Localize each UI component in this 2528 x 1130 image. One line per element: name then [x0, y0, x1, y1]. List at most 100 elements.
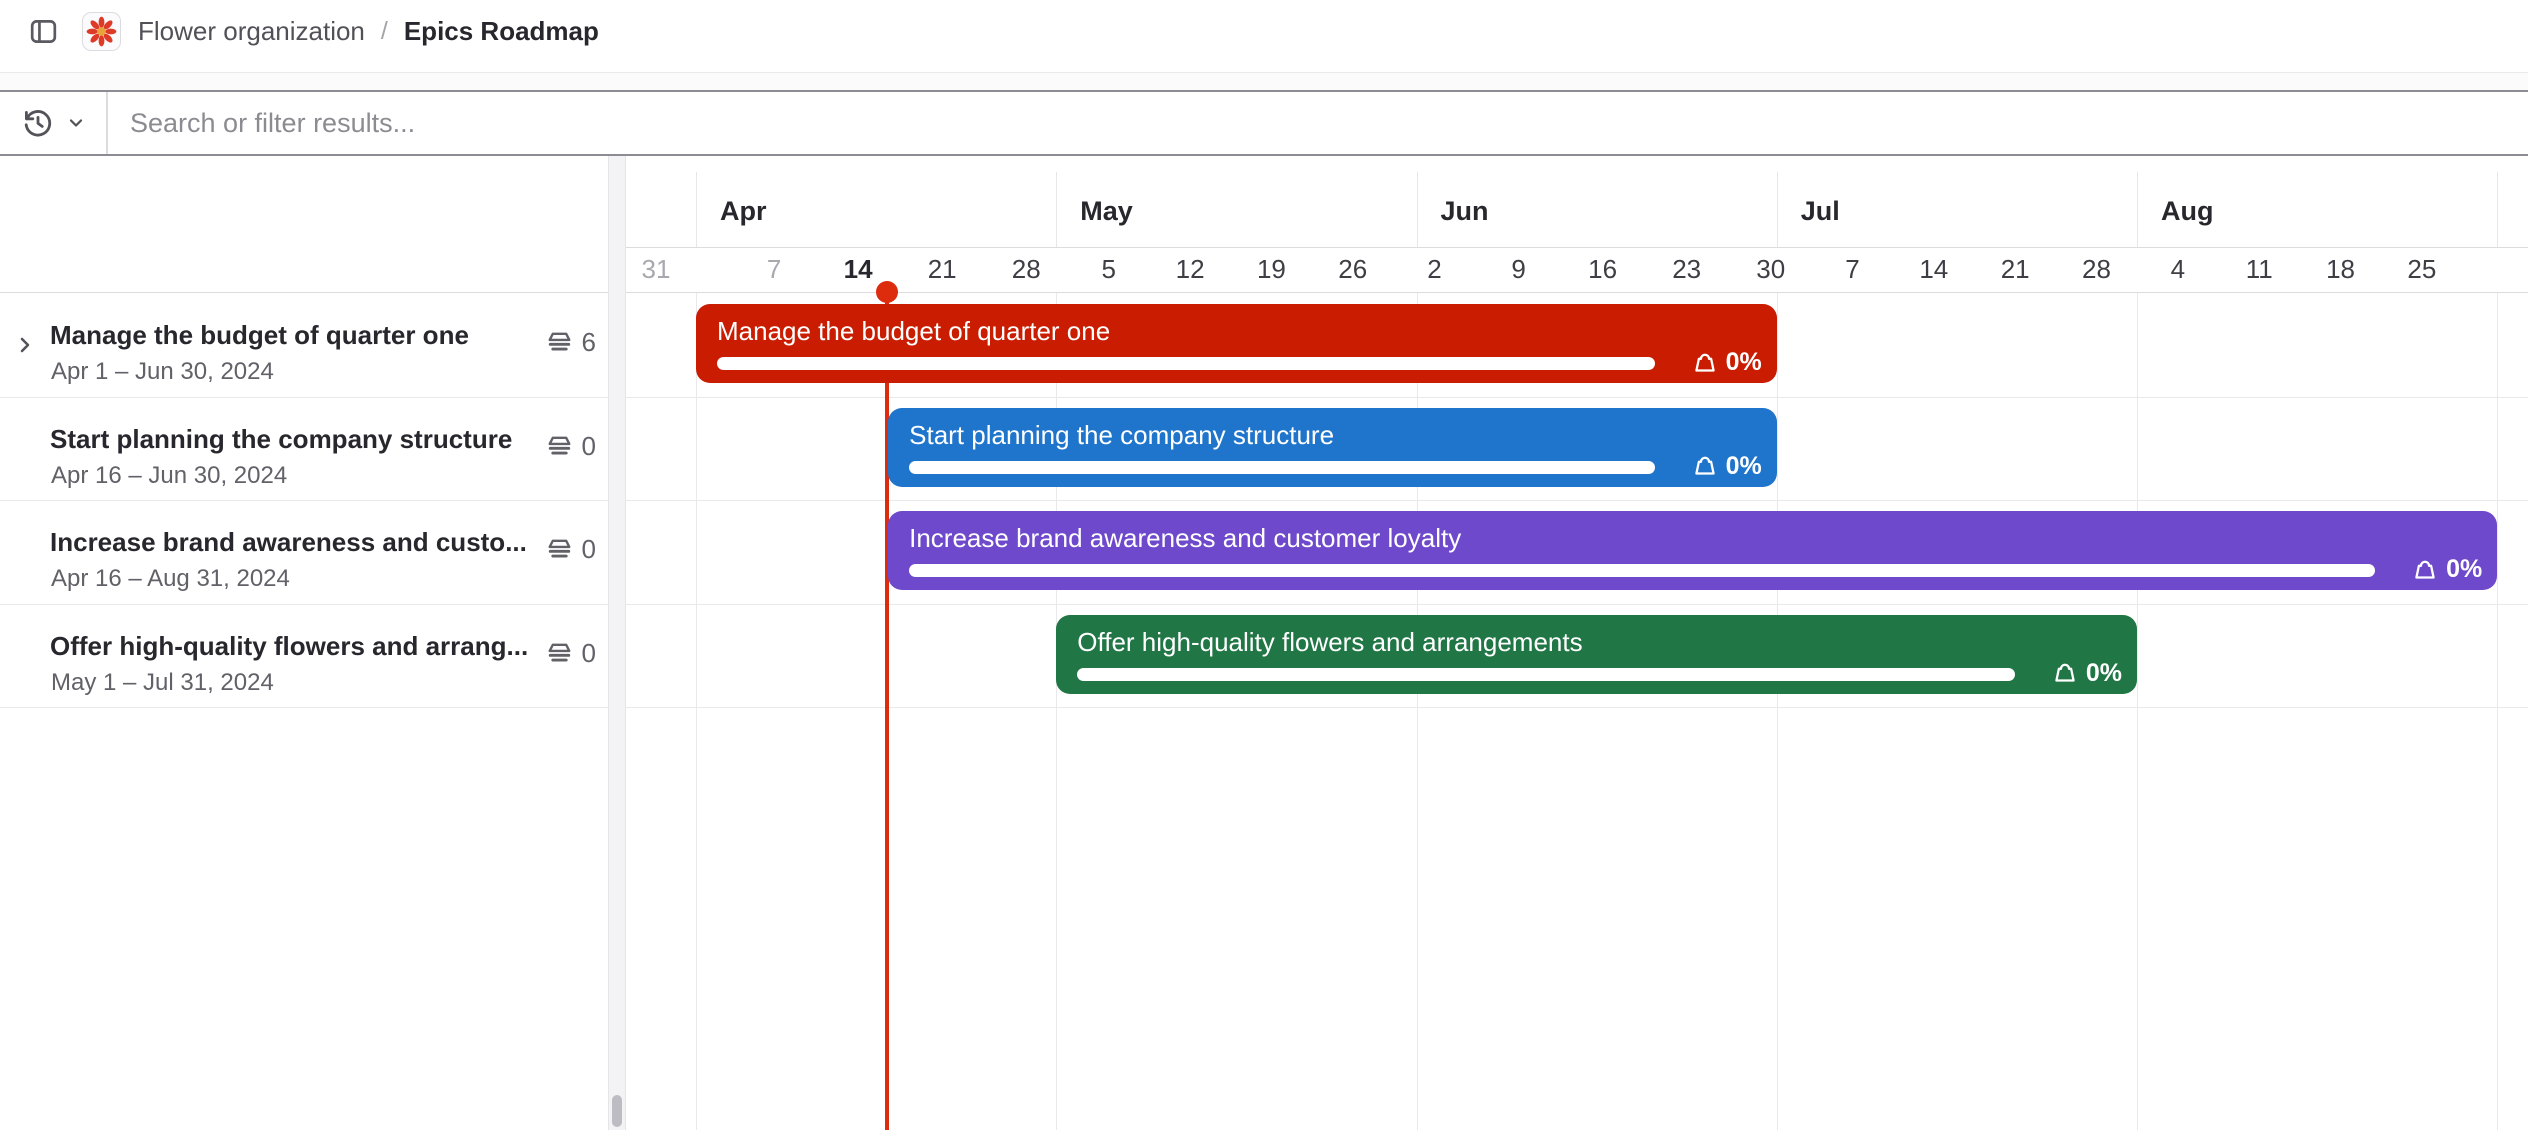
history-icon [22, 107, 54, 139]
row-divider [0, 397, 2528, 398]
epic-title[interactable]: Start planning the company structure [50, 421, 536, 457]
epic-child-count: 0 [545, 638, 596, 669]
week-tick-label: 21 [2001, 254, 2030, 284]
month-gridline [1777, 293, 1778, 1130]
epic-title[interactable]: Manage the budget of quarter one [50, 317, 536, 353]
month-label: Apr [720, 196, 767, 227]
week-tick-label: 21 [928, 254, 957, 284]
epic-bar-progress-label: 0% [2086, 659, 2122, 688]
month-gridline [2137, 293, 2138, 1130]
month-gridline [2497, 293, 2498, 1130]
epic-bar-progress-info: 0% [2051, 657, 2122, 690]
week-tick-label: 4 [2171, 254, 2185, 284]
epic-bar-progress-info: 0% [1691, 450, 1762, 483]
month-header-border [618, 247, 2528, 248]
tick-row-border [0, 292, 2528, 293]
epic-stack-icon [545, 432, 574, 461]
week-tick-label: 11 [2246, 254, 2273, 284]
epic-date-range: May 1 – Jul 31, 2024 [51, 666, 274, 700]
epic-bar-title: Increase brand awareness and customer lo… [909, 520, 2476, 556]
epic-title[interactable]: Increase brand awareness and custo... [50, 524, 536, 560]
row-divider [0, 500, 2528, 501]
epic-list-item[interactable]: Manage the budget of quarter one Apr 1 –… [0, 293, 608, 397]
organization-avatar[interactable] [82, 12, 121, 51]
epic-bar-progress-info: 0% [2411, 553, 2482, 586]
breadcrumb: Flower organization / Epics Roadmap [138, 16, 599, 47]
week-tick-label: 18 [2326, 254, 2355, 284]
child-count-value: 6 [582, 327, 596, 358]
weight-icon [2411, 556, 2439, 584]
week-tick-label: 26 [1338, 254, 1367, 284]
epic-bar-title: Offer high-quality flowers and arrangeme… [1077, 624, 2116, 660]
chevron-down-icon [66, 113, 86, 133]
epic-bar[interactable]: Manage the budget of quarter one0% [696, 304, 1777, 383]
epic-bar-progress-info: 0% [1691, 346, 1762, 379]
epic-list-item[interactable]: Start planning the company structure Apr… [0, 397, 608, 501]
search-input[interactable] [108, 92, 2528, 154]
month-label: May [1080, 196, 1133, 227]
epic-bar-title: Manage the budget of quarter one [717, 313, 1756, 349]
week-tick-label: 19 [1257, 254, 1286, 284]
month-label: Jul [1801, 196, 1840, 227]
scrollbar-thumb[interactable] [612, 1095, 622, 1127]
epic-child-count: 0 [545, 431, 596, 462]
epic-list-item[interactable]: Offer high-quality flowers and arrang...… [0, 604, 608, 708]
epic-bar[interactable]: Start planning the company structure0% [888, 408, 1777, 487]
epic-bar-progress-label: 0% [1726, 452, 1762, 481]
scrollbar-gutter [608, 156, 626, 1130]
weight-icon [1691, 349, 1719, 377]
month-label: Jun [1441, 196, 1489, 227]
expand-chevron-right-icon[interactable] [13, 333, 37, 357]
week-tick-label: 31 [642, 254, 671, 284]
epic-bar-title: Start planning the company structure [909, 417, 1756, 453]
breadcrumb-org-link[interactable]: Flower organization [138, 16, 365, 47]
epic-bar-progress-track [909, 564, 2375, 577]
epic-date-range: Apr 16 – Jun 30, 2024 [51, 459, 287, 493]
epic-date-range: Apr 16 – Aug 31, 2024 [51, 562, 290, 596]
week-tick-label: 30 [1756, 254, 1785, 284]
week-tick-label: 5 [1101, 254, 1115, 284]
epic-date-range: Apr 1 – Jun 30, 2024 [51, 355, 274, 389]
child-count-value: 0 [582, 638, 596, 669]
breadcrumb-page-title: Epics Roadmap [404, 16, 599, 47]
week-tick-label: 23 [1672, 254, 1701, 284]
epic-stack-icon [545, 535, 574, 564]
week-tick-label: 14 [844, 254, 873, 284]
row-divider [0, 604, 2528, 605]
week-tick-label: 12 [1176, 254, 1205, 284]
week-tick-label: 28 [1012, 254, 1041, 284]
recent-searches-dropdown[interactable] [0, 92, 108, 154]
sidebar-toggle-button[interactable] [30, 18, 57, 45]
week-tick-label: 16 [1588, 254, 1617, 284]
week-tick-label: 7 [1845, 254, 1859, 284]
epic-list-panel: Manage the budget of quarter one Apr 1 –… [0, 156, 608, 1130]
week-tick-label: 14 [1919, 254, 1948, 284]
epic-list-item[interactable]: Increase brand awareness and custo... Ap… [0, 500, 608, 604]
month-label: Aug [2161, 196, 2213, 227]
today-marker-dot [876, 281, 898, 303]
filter-bar [0, 90, 2528, 156]
row-divider [0, 707, 2528, 708]
header-gap-strip [0, 72, 2528, 90]
red-flower-icon [86, 16, 117, 47]
week-tick-label: 28 [2082, 254, 2111, 284]
weight-icon [2051, 659, 2079, 687]
weight-icon [1691, 452, 1719, 480]
epic-child-count: 0 [545, 534, 596, 565]
epic-bar-progress-label: 0% [2446, 555, 2482, 584]
epic-title[interactable]: Offer high-quality flowers and arrang... [50, 628, 536, 664]
epic-bar[interactable]: Offer high-quality flowers and arrangeme… [1056, 615, 2137, 694]
epic-bar-progress-label: 0% [1726, 348, 1762, 377]
epic-bar[interactable]: Increase brand awareness and customer lo… [888, 511, 2497, 590]
epic-bar-progress-track [717, 357, 1655, 370]
child-count-value: 0 [582, 534, 596, 565]
week-tick-label: 7 [767, 254, 781, 284]
child-count-value: 0 [582, 431, 596, 462]
week-tick-label: 25 [2407, 254, 2436, 284]
epic-bar-progress-track [1077, 668, 2015, 681]
month-column-border [2497, 172, 2498, 247]
epic-stack-icon [545, 639, 574, 668]
epic-child-count: 6 [545, 327, 596, 358]
epic-bar-progress-track [909, 461, 1655, 474]
panel-left-icon [30, 18, 57, 45]
